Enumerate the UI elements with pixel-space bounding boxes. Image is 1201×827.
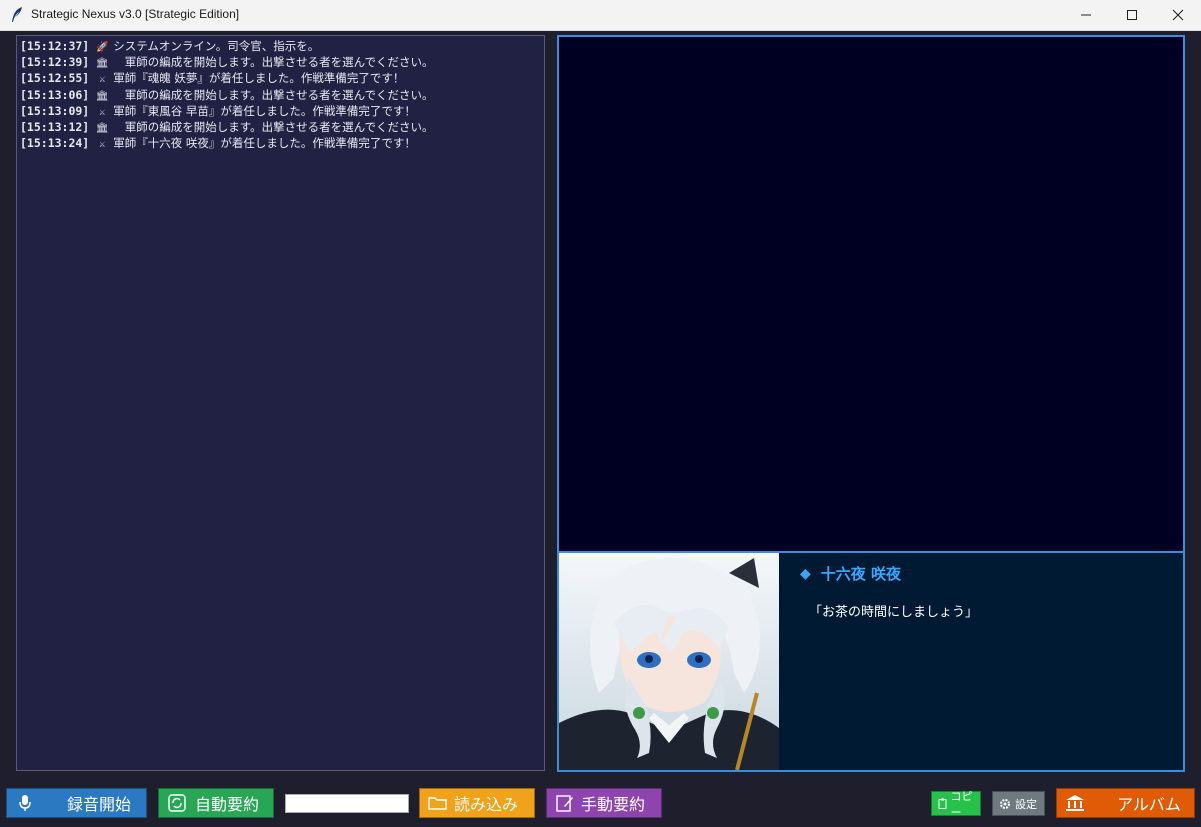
log-timestamp: [15:13:06] [20, 87, 90, 102]
rocket-icon: 🚀 [96, 42, 109, 53]
log-message: システムオンライン。司令官、指示を。 [113, 39, 320, 53]
log-timestamp: [15:13:12] [20, 120, 90, 135]
title-bar: Strategic Nexus v3.0 [Strategic Edition] [0, 0, 1201, 31]
folder-icon [426, 795, 450, 811]
log-entry: [15:13:12] 🏛 軍師の編成を開始します。出撃させる者を選んでください。 [20, 120, 544, 136]
log-entry: [15:13:06] 🏛 軍師の編成を開始します。出撃させる者を選んでください。 [20, 88, 544, 104]
log-timestamp: [15:12:55] [20, 71, 90, 86]
microphone-icon [13, 794, 37, 812]
manual-summary-button[interactable]: 手動要約 [546, 788, 662, 818]
copy-label: コピー [950, 789, 973, 819]
log-message: 軍師の編成を開始します。出撃させる者を選んでください。 [113, 120, 434, 135]
gear-icon [998, 798, 1012, 810]
log-message: 軍師『魂魄 妖夢』が着任しました。作戦準備完了です！ [113, 71, 405, 86]
load-label: 読み込み [454, 795, 519, 814]
minimize-button[interactable] [1063, 0, 1109, 30]
auto-summary-button[interactable]: 自動要約 [158, 788, 274, 818]
log-entry: [15:12:37] 🚀 システムオンライン。司令官、指示を。 [20, 39, 544, 55]
bank-icon [1063, 794, 1087, 812]
log-message: 軍師『十六夜 咲夜』が着任しました。作戦準備完了です！ [113, 136, 416, 151]
character-portrait [559, 553, 779, 770]
maximize-icon [1127, 10, 1137, 20]
speaker-name: ◆ 十六夜 咲夜 [800, 563, 901, 584]
close-icon [1172, 9, 1184, 21]
log-timestamp: [15:13:09] [20, 103, 90, 118]
portrait-image [559, 553, 779, 770]
clipboard-icon [936, 798, 949, 809]
log-message: 軍師の編成を開始します。出撃させる者を選んでください。 [113, 87, 434, 102]
load-button[interactable]: 読み込み [419, 788, 535, 818]
log-timestamp: [15:13:24] [20, 136, 90, 151]
album-label: アルバム [1117, 795, 1181, 814]
log-entry: [15:13:24] ⚔ 軍師『十六夜 咲夜』が着任しました。作戦準備完了です！ [20, 136, 544, 152]
crossed-swords-icon: ⚔ [99, 139, 106, 151]
settings-label: 設定 [1015, 797, 1037, 811]
bank-icon: 🏛 [95, 123, 109, 135]
bank-icon: 🏛 [95, 90, 109, 102]
refresh-icon [165, 794, 189, 812]
settings-button[interactable]: 設定 [992, 791, 1045, 816]
dialog-quote: 「お茶の時間にしましょう」 [809, 605, 979, 620]
minimize-icon [1081, 14, 1091, 16]
log-entry: [15:13:09] ⚔ 軍師『東風谷 早苗』が着任しました。作戦準備完了です！ [20, 104, 544, 120]
quill-icon [12, 7, 22, 22]
window-title: Strategic Nexus v3.0 [Strategic Edition] [31, 7, 240, 21]
log-entry: [15:12:55] ⚔ 軍師『魂魄 妖夢』が着任しました。作戦準備完了です！ [20, 71, 544, 87]
log-panel[interactable]: [15:12:37] 🚀 システムオンライン。司令官、指示を。 [15:12:39]… [16, 35, 545, 771]
log-timestamp: [15:12:39] [20, 55, 90, 70]
record-label: 録音開始 [67, 795, 132, 814]
dialog-box: ◆ 十六夜 咲夜 「お茶の時間にしましょう」 [559, 551, 1183, 770]
log-message: 軍師『東風谷 早苗』が着任しました。作戦準備完了です！ [113, 103, 416, 118]
manual-summary-label: 手動要約 [581, 795, 646, 814]
auto-summary-label: 自動要約 [195, 795, 260, 814]
diamond-icon: ◆ [800, 565, 811, 582]
display-panel: ◆ 十六夜 咲夜 「お茶の時間にしましょう」 [557, 35, 1185, 772]
log-entry: [15:12:39] 🏛 軍師の編成を開始します。出撃させる者を選んでください。 [20, 55, 544, 71]
log-message: 軍師の編成を開始します。出撃させる者を選んでください。 [113, 55, 434, 70]
close-button[interactable] [1155, 0, 1201, 30]
edit-icon [553, 794, 577, 812]
record-button[interactable]: 録音開始 [6, 788, 147, 818]
crossed-swords-icon: ⚔ [99, 74, 106, 86]
album-button[interactable]: アルバム [1056, 788, 1195, 818]
copy-button[interactable]: コピー [931, 790, 981, 819]
maximize-button[interactable] [1109, 0, 1155, 30]
bank-icon: 🏛 [95, 58, 109, 70]
speaker-label: 十六夜 咲夜 [820, 565, 902, 583]
crossed-swords-icon: ⚔ [99, 106, 106, 118]
log-timestamp: [15:12:37] [20, 39, 90, 53]
text-input[interactable] [285, 794, 409, 813]
